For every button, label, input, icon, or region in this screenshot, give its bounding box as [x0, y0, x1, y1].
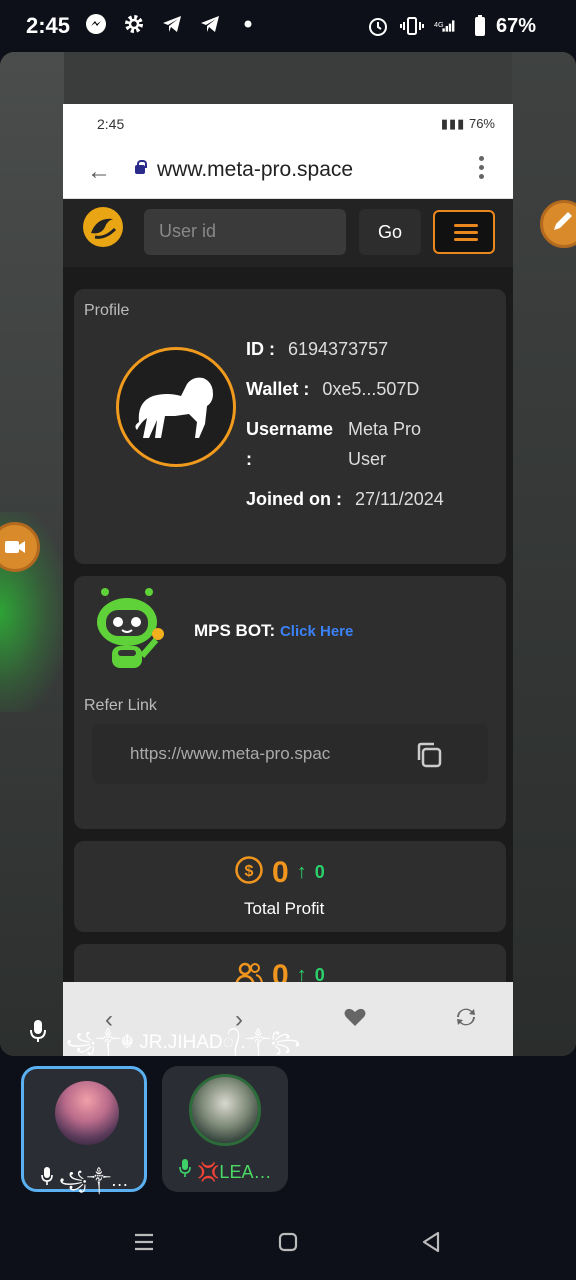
video-camera-icon	[5, 541, 25, 553]
notification-dot-icon	[236, 12, 260, 36]
system-status-bar: 2:45 4G 67%	[0, 0, 576, 52]
profile-section-label: Profile	[84, 302, 130, 319]
phone-signal-icon: ▮▮▮	[440, 116, 466, 131]
phone-status-time: 2:45	[97, 116, 125, 132]
lock-icon	[135, 160, 147, 174]
total-profit-value: 0	[272, 855, 289, 889]
telegram-icon	[198, 12, 222, 36]
mps-bot-label: MPS BOT:	[194, 621, 276, 640]
id-value: 6194373757	[288, 339, 389, 359]
refresh-icon[interactable]	[455, 1006, 477, 1035]
recents-menu-icon[interactable]	[133, 1232, 155, 1257]
total-profit-label: Total Profit	[244, 899, 325, 918]
overlay-mic-icon	[28, 1018, 48, 1049]
id-label: ID :	[246, 339, 275, 359]
messenger-icon	[84, 12, 108, 36]
mic-icon	[40, 1167, 59, 1190]
refer-link-label: Refer Link	[84, 697, 157, 714]
alarm-icon	[366, 14, 390, 38]
go-button[interactable]: Go	[359, 209, 421, 255]
phone-status-bar: 2:45 ▮▮▮ 76%	[63, 104, 513, 144]
copy-icon[interactable]	[414, 740, 444, 775]
speaker-name: ꧁༒☬ JR.JIHAD᭄.༒꧂	[66, 1032, 301, 1053]
up-arrow-icon: ↑	[296, 861, 307, 883]
pencil-icon	[554, 212, 572, 230]
joined-label: Joined on :	[246, 489, 342, 509]
participant-name: ꧁༒…	[59, 1170, 129, 1190]
profile-card: Profile ID : 6194373757 Wallet : 0xe5...…	[74, 289, 506, 564]
participant-avatar	[189, 1074, 261, 1146]
mic-icon	[178, 1159, 197, 1182]
phone-battery-percent: 76%	[468, 116, 495, 131]
back-arrow-icon[interactable]: ←	[87, 158, 111, 186]
battery-icon	[468, 14, 492, 38]
status-time: 2:45	[26, 13, 71, 38]
refer-link-box: https://www.meta-pro.spac	[92, 724, 488, 784]
user-id-input[interactable]: User id	[144, 209, 346, 255]
dollar-coin-icon: $	[234, 855, 264, 890]
url-text[interactable]: www.meta-pro.space	[157, 158, 353, 182]
telegram-icon	[160, 12, 184, 36]
hamburger-menu-icon[interactable]	[433, 210, 495, 254]
bot-refer-card: MPS BOT: Click Here Refer Link https://w…	[74, 576, 506, 829]
vibrate-icon	[399, 14, 424, 38]
total-profit-card: $ 0 ↑ 0 Total Profit	[74, 841, 506, 932]
svg-text:$: $	[245, 863, 254, 880]
profile-avatar	[116, 347, 236, 467]
username-label: Username	[246, 419, 334, 439]
shared-screen: 2:45 ▮▮▮ 76% ← www.meta-pro.space User i…	[63, 104, 513, 1056]
site-header: User id Go	[63, 199, 513, 267]
username-colon: :	[246, 449, 252, 469]
wallet-label: Wallet :	[246, 379, 310, 399]
heart-icon[interactable]	[343, 1006, 367, 1035]
back-triangle-icon[interactable]	[420, 1230, 442, 1259]
video-camera-button[interactable]	[0, 522, 40, 572]
bot-click-here-link[interactable]: Click Here	[280, 623, 353, 640]
battery-percent: 67%	[495, 14, 536, 37]
home-icon[interactable]	[277, 1231, 299, 1258]
browser-url-bar: ← www.meta-pro.space	[63, 144, 513, 199]
call-video-stage: 2:45 ▮▮▮ 76% ← www.meta-pro.space User i…	[0, 52, 576, 1056]
participant-tile-2[interactable]: 💢LEA…	[162, 1066, 288, 1192]
username-value-line2: User	[348, 449, 387, 469]
lion-icon	[135, 377, 213, 438]
wallet-value: 0xe5...507D	[322, 379, 420, 399]
robot-icon	[92, 584, 168, 681]
refer-link-value[interactable]: https://www.meta-pro.spac	[130, 744, 330, 764]
signal-icon: 4G	[434, 14, 458, 38]
username-value-line1: Meta Pro	[348, 419, 422, 439]
draw-pencil-button[interactable]	[540, 200, 576, 248]
svg-text:4G: 4G	[434, 20, 444, 29]
system-nav-bar	[0, 1200, 576, 1280]
total-profit-change: 0	[314, 862, 325, 882]
more-vert-icon[interactable]	[479, 156, 485, 183]
settings-gear-icon	[122, 12, 146, 36]
participant-name: 💢LEA…	[197, 1162, 272, 1182]
joined-value: 27/11/2024	[355, 489, 444, 509]
participant-avatar	[55, 1081, 119, 1145]
site-logo[interactable]	[83, 207, 123, 247]
participant-tile-self[interactable]: ꧁༒…	[21, 1066, 147, 1192]
